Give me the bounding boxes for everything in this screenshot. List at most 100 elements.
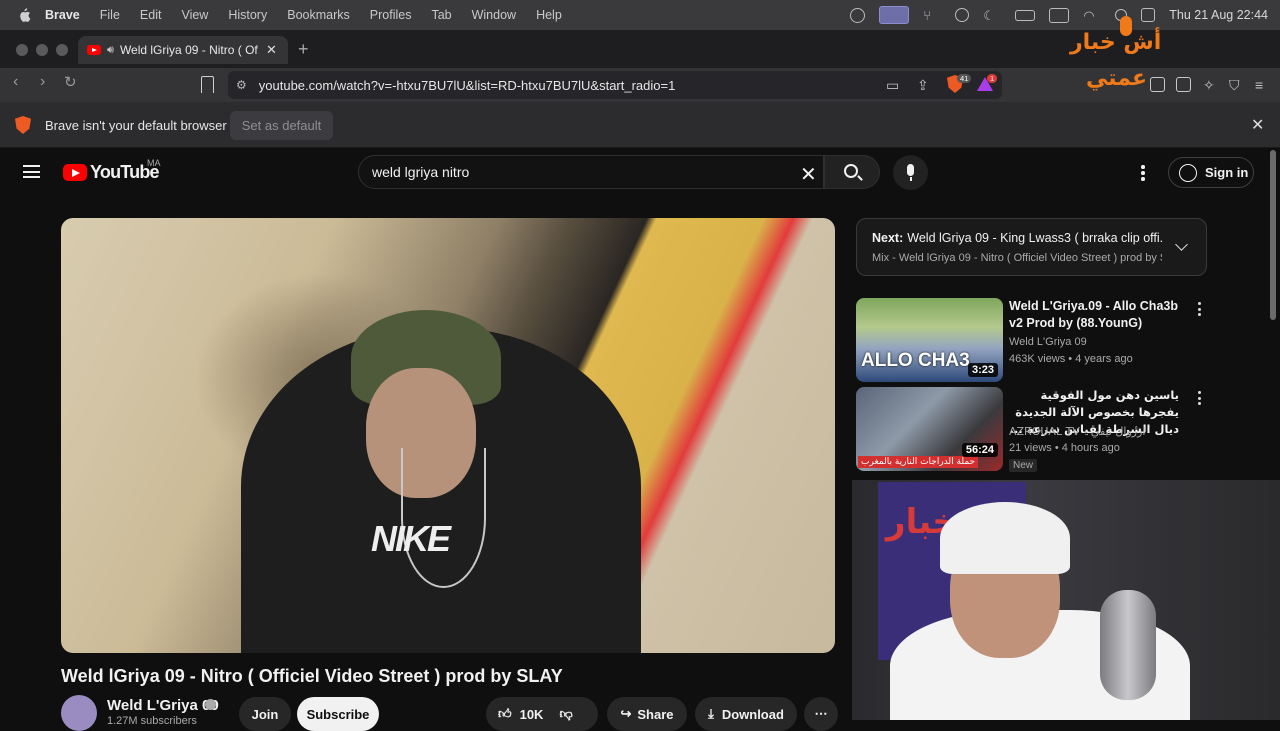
window-minimize-button[interactable] [36, 44, 48, 56]
next-label: Next: [872, 231, 904, 245]
forward-arrow-icon[interactable]: › [40, 73, 45, 91]
apple-icon[interactable] [17, 8, 31, 22]
video-player[interactable]: NIKE [61, 218, 835, 653]
tab-title: Weld lGriya 09 - Nitro ( Offi [119, 43, 258, 57]
rewards-count-badge: 1 [987, 74, 998, 83]
sign-in-button[interactable]: Sign in [1168, 157, 1254, 188]
next-title[interactable]: Weld lGriya 09 - King Lwass3 ( brraka cl… [907, 231, 1162, 245]
default-browser-infobar: Brave isn't your default browser Set as … [0, 102, 1280, 148]
menu-edit[interactable]: Edit [140, 8, 162, 22]
menu-tab[interactable]: Tab [431, 8, 451, 22]
browser-tab-active[interactable]: 🔊︎ Weld lGriya 09 - Nitro ( Offi ✕ [78, 36, 288, 64]
voice-search-button[interactable] [893, 155, 928, 190]
settings-kebab-icon[interactable] [1141, 165, 1145, 181]
keyboard-layout-icon[interactable] [1049, 7, 1070, 23]
site-settings-icon[interactable]: ⚙︎ [236, 78, 247, 92]
channel-name[interactable]: Weld L'Griya 09 [107, 697, 219, 714]
clear-search-icon[interactable]: ✕ [800, 162, 817, 187]
menu-help[interactable]: Help [536, 8, 562, 22]
rec-title[interactable]: Weld L'Griya.09 - Allo Cha3b v2 Prod by … [1009, 298, 1189, 332]
window-zoom-button[interactable] [56, 44, 68, 56]
youtube-favicon-icon [87, 45, 101, 55]
back-arrow-icon[interactable]: ‹ [13, 73, 18, 91]
menu-profiles[interactable]: Profiles [370, 8, 412, 22]
new-badge: New [1009, 459, 1038, 472]
sign-in-label: Sign in [1205, 165, 1249, 180]
share-button[interactable]: ↪ Share [607, 697, 687, 731]
account-icon [1179, 163, 1197, 182]
do-not-disturb-icon[interactable]: ☾ [983, 8, 1001, 23]
rec-meta: 463K views • 4 years ago [1009, 353, 1133, 365]
webcam-overlay: خبار [852, 480, 1280, 720]
rec-thumb-text: ALLO CHA3 [861, 350, 970, 371]
status-menu-icon[interactable] [850, 7, 866, 23]
subscriber-count: 1.27M subscribers [107, 715, 197, 727]
channel-avatar[interactable] [61, 695, 97, 731]
search-input[interactable]: weld lgriya nitro [358, 155, 824, 189]
bookmark-icon[interactable] [201, 76, 214, 93]
search-icon [844, 164, 858, 178]
more-actions-icon[interactable]: ⋯ [804, 697, 838, 731]
shields-count-badge: 41 [957, 74, 972, 83]
rec-menu-icon[interactable] [1198, 391, 1202, 408]
menubar-clock[interactable]: Thu 21 Aug 22:44 [1169, 8, 1268, 22]
menu-bookmarks[interactable]: Bookmarks [287, 8, 350, 22]
menu-history[interactable]: History [228, 8, 267, 22]
join-button[interactable]: Join [239, 697, 291, 731]
share-label: Share [637, 706, 674, 722]
audio-tool-icon[interactable]: ⑂ [923, 8, 941, 23]
download-label: Download [721, 706, 784, 722]
page-scrollbar[interactable] [1270, 150, 1276, 320]
cast-icon[interactable]: ▭ [886, 77, 899, 94]
verified-badge-icon [205, 699, 216, 710]
new-tab-button[interactable]: + [298, 39, 309, 60]
search-input-value[interactable]: weld lgriya nitro [372, 164, 469, 180]
tab-close-icon[interactable]: ✕ [266, 42, 277, 58]
search-button[interactable] [824, 155, 880, 189]
subscribe-button[interactable]: Subscribe [297, 697, 379, 731]
rec-thumbnail[interactable]: ALLO CHA3 3:23 [856, 298, 1003, 382]
leo-ai-icon[interactable]: ✧ [1203, 77, 1215, 94]
menu-file[interactable]: File [100, 8, 120, 22]
rec-duration: 3:23 [967, 363, 998, 377]
up-next-panel[interactable]: Next: Weld lGriya 09 - King Lwass3 ( brra… [856, 218, 1207, 276]
rec-meta: 21 views • 4 hours ago [1009, 442, 1120, 454]
battery-icon[interactable] [1015, 9, 1036, 21]
wifi-icon[interactable]: ◠ [1083, 8, 1101, 23]
url-text[interactable]: youtube.com/watch?v=-htxu7BU7lU&list=RD-… [259, 78, 676, 93]
wallet-icon[interactable] [1176, 77, 1191, 92]
menu-window[interactable]: Window [472, 8, 516, 22]
rec-channel[interactable]: Weld L'Griya 09 [1009, 336, 1087, 348]
play-status-icon[interactable] [955, 8, 970, 22]
screen-record-icon[interactable] [879, 6, 910, 24]
rec-menu-icon[interactable] [1198, 302, 1202, 319]
share-icon[interactable]: ⇪ [917, 77, 929, 94]
chevron-down-icon[interactable] [1175, 238, 1188, 251]
vpn-shield-icon[interactable]: ⛉ [1229, 77, 1240, 94]
window-close-button[interactable] [16, 44, 28, 56]
next-subtitle: Mix - Weld lGriya 09 - Nitro ( Officiel … [872, 252, 1162, 264]
rec-thumbnail[interactable]: حملة الدراجات النارية بالمغرب 56:24 [856, 387, 1003, 471]
country-code: MA [147, 158, 161, 168]
menu-view[interactable]: View [181, 8, 208, 22]
guide-menu-icon[interactable] [23, 165, 40, 178]
rec-channel[interactable]: AZROUAL TV - ازروال تيفي [1009, 425, 1145, 438]
rec-thumb-text: حملة الدراجات النارية بالمغرب [858, 456, 979, 468]
menu-app-brave[interactable]: Brave [45, 8, 80, 22]
macos-menu-bar: Brave File Edit View History Bookmarks P… [0, 0, 1280, 30]
download-button[interactable]: ⤓ Download [695, 697, 797, 731]
like-dislike-group: 👍︎ 10K 👎︎ [486, 697, 598, 731]
control-center-icon[interactable] [1141, 8, 1156, 22]
set-as-default-button[interactable]: Set as default [230, 111, 333, 140]
reload-icon[interactable]: ↻ [64, 73, 77, 91]
video-frame-shirt-text: NIKE [371, 518, 451, 559]
like-count[interactable]: 10K [520, 707, 544, 722]
video-title: Weld lGriya 09 - Nitro ( Officiel Video … [61, 666, 563, 686]
channel-watermark-logo: أش خبار عمتي [1068, 16, 1173, 104]
infobar-close-icon[interactable]: ✕ [1251, 115, 1264, 135]
youtube-logo-icon[interactable] [63, 164, 87, 181]
infobar-message: Brave isn't your default browser [45, 118, 227, 133]
brave-logo-icon [15, 116, 31, 134]
speaker-icon[interactable]: 🔊︎ [107, 44, 114, 57]
browser-menu-icon[interactable]: ≡ [1255, 77, 1263, 93]
